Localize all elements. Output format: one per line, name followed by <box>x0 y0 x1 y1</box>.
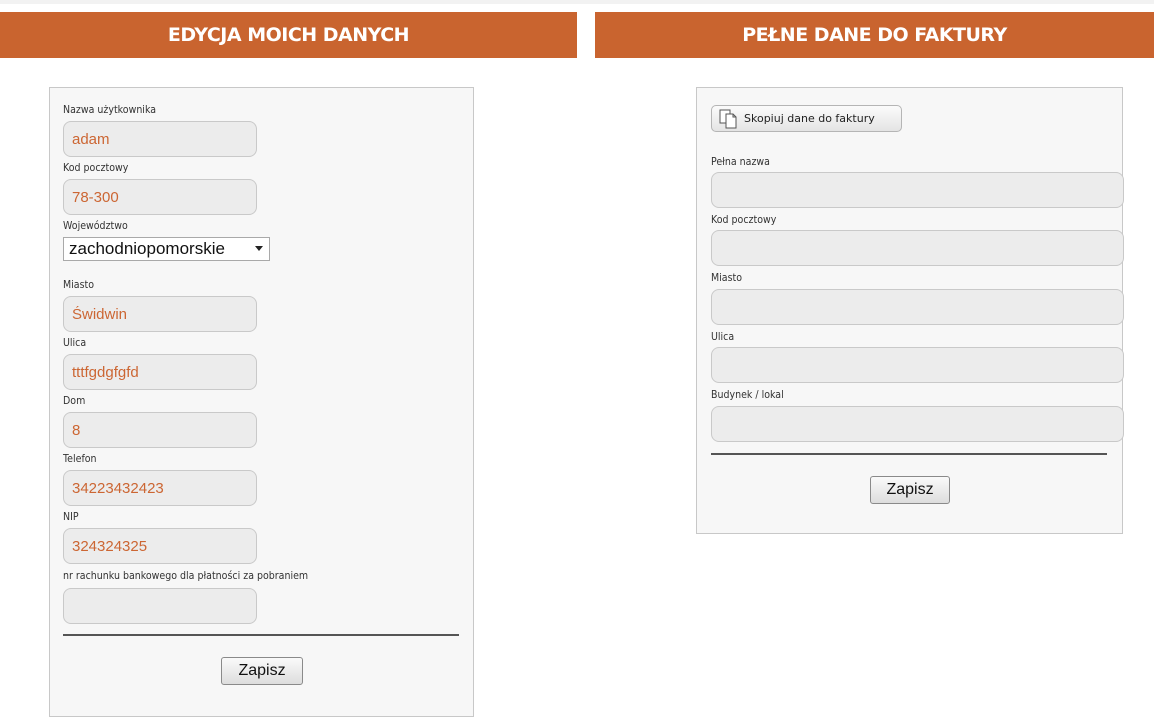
username-label: Nazwa użytkownika <box>63 103 157 116</box>
street-input[interactable] <box>63 354 257 390</box>
invoice-data-form: Skopiuj dane do faktury Pełna nazwa Kod … <box>696 87 1124 534</box>
top-separator <box>0 0 1154 4</box>
city-input[interactable] <box>63 296 257 332</box>
street-label: Ulica <box>63 336 87 349</box>
phone-label: Telefon <box>63 452 97 465</box>
edit-my-data-form: Nazwa użytkownika Kod pocztowy Województ… <box>49 87 474 717</box>
city-label: Miasto <box>63 278 95 291</box>
voivodeship-label: Województwo <box>63 219 128 232</box>
voivodeship-selected-value: zachodniopomorskie <box>69 239 225 258</box>
house-input[interactable] <box>63 412 257 448</box>
nip-label: NIP <box>63 510 79 523</box>
invoice-save-button[interactable]: Zapisz <box>870 476 950 504</box>
postal-code-input[interactable] <box>63 179 257 215</box>
voivodeship-select[interactable]: zachodniopomorskie <box>63 237 270 261</box>
bank-account-input[interactable] <box>63 588 257 624</box>
nip-input[interactable] <box>63 528 257 564</box>
invoice-city-input[interactable] <box>711 289 1124 325</box>
postal-code-label: Kod pocztowy <box>63 161 129 174</box>
building-input[interactable] <box>711 406 1124 442</box>
edit-my-data-header: EDYCJA MOICH DANYCH <box>0 12 577 58</box>
full-name-input[interactable] <box>711 172 1124 208</box>
invoice-form-divider <box>711 453 1107 455</box>
invoice-street-label: Ulica <box>711 330 735 343</box>
house-label: Dom <box>63 394 86 407</box>
copy-documents-icon <box>719 109 737 128</box>
username-input[interactable] <box>63 121 257 157</box>
invoice-postal-code-label: Kod pocztowy <box>711 213 777 226</box>
invoice-data-header: PEŁNE DANE DO FAKTURY <box>595 12 1154 58</box>
form-divider <box>63 634 459 636</box>
copy-to-invoice-button[interactable]: Skopiuj dane do faktury <box>711 105 902 132</box>
invoice-street-input[interactable] <box>711 347 1124 383</box>
copy-to-invoice-label: Skopiuj dane do faktury <box>744 112 875 125</box>
invoice-postal-code-input[interactable] <box>711 230 1124 266</box>
save-button[interactable]: Zapisz <box>221 657 303 685</box>
invoice-city-label: Miasto <box>711 271 743 284</box>
bank-account-label: nr rachunku bankowego dla płatności za p… <box>63 569 309 582</box>
phone-input[interactable] <box>63 470 257 506</box>
full-name-label: Pełna nazwa <box>711 155 770 168</box>
building-label: Budynek / lokal <box>711 388 784 401</box>
chevron-down-icon <box>255 246 263 251</box>
